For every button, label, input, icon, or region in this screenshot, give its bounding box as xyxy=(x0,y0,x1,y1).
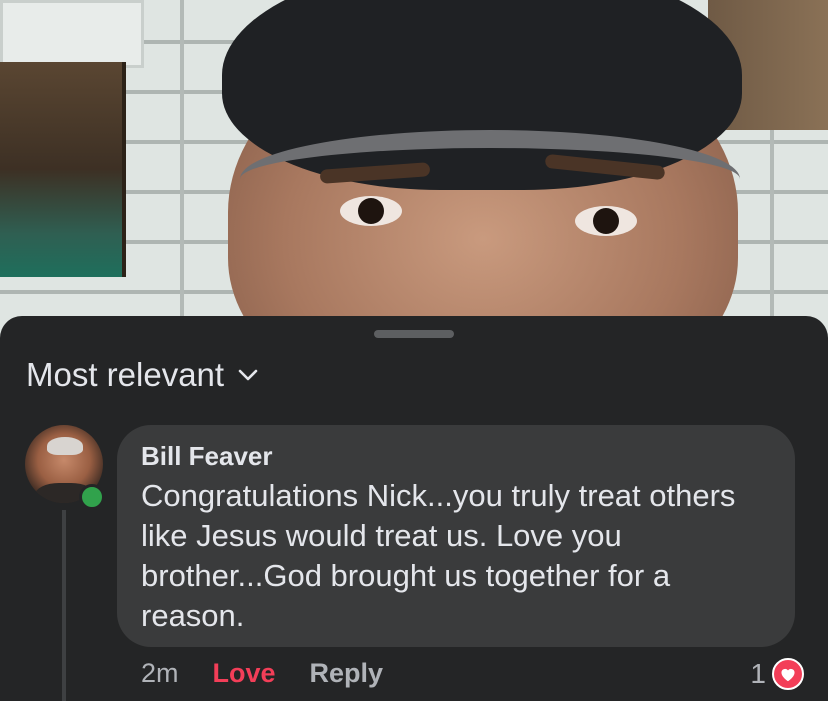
sort-dropdown[interactable]: Most relevant xyxy=(26,356,258,394)
online-status-dot xyxy=(79,484,105,510)
left-eye xyxy=(340,196,402,226)
comment-timestamp: 2m xyxy=(141,658,179,688)
right-eye xyxy=(575,206,637,236)
comment-actions: 2m Love Reply xyxy=(141,658,383,689)
live-video-frame[interactable] xyxy=(0,0,828,340)
love-reaction-button[interactable]: Love xyxy=(213,658,276,689)
heart-icon xyxy=(772,658,804,690)
thread-line xyxy=(62,510,66,701)
chevron-down-icon xyxy=(238,369,258,381)
comment-text: Congratulations Nick...you truly treat o… xyxy=(141,478,736,633)
comment-author[interactable]: Bill Feaver xyxy=(141,441,771,472)
reply-button[interactable]: Reply xyxy=(310,658,384,689)
comments-sheet: Most relevant Bill Feaver Congratulation… xyxy=(0,316,828,701)
cap-brim xyxy=(240,130,740,228)
reaction-summary[interactable]: 1 xyxy=(750,658,804,690)
comment-bubble[interactable]: Bill Feaver Congratulations Nick...you t… xyxy=(117,425,795,647)
wooden-shelf xyxy=(0,62,126,277)
reaction-count: 1 xyxy=(750,658,766,689)
wall-picture-frame xyxy=(0,0,144,68)
sort-label: Most relevant xyxy=(26,356,225,393)
sheet-drag-handle[interactable] xyxy=(374,330,454,338)
